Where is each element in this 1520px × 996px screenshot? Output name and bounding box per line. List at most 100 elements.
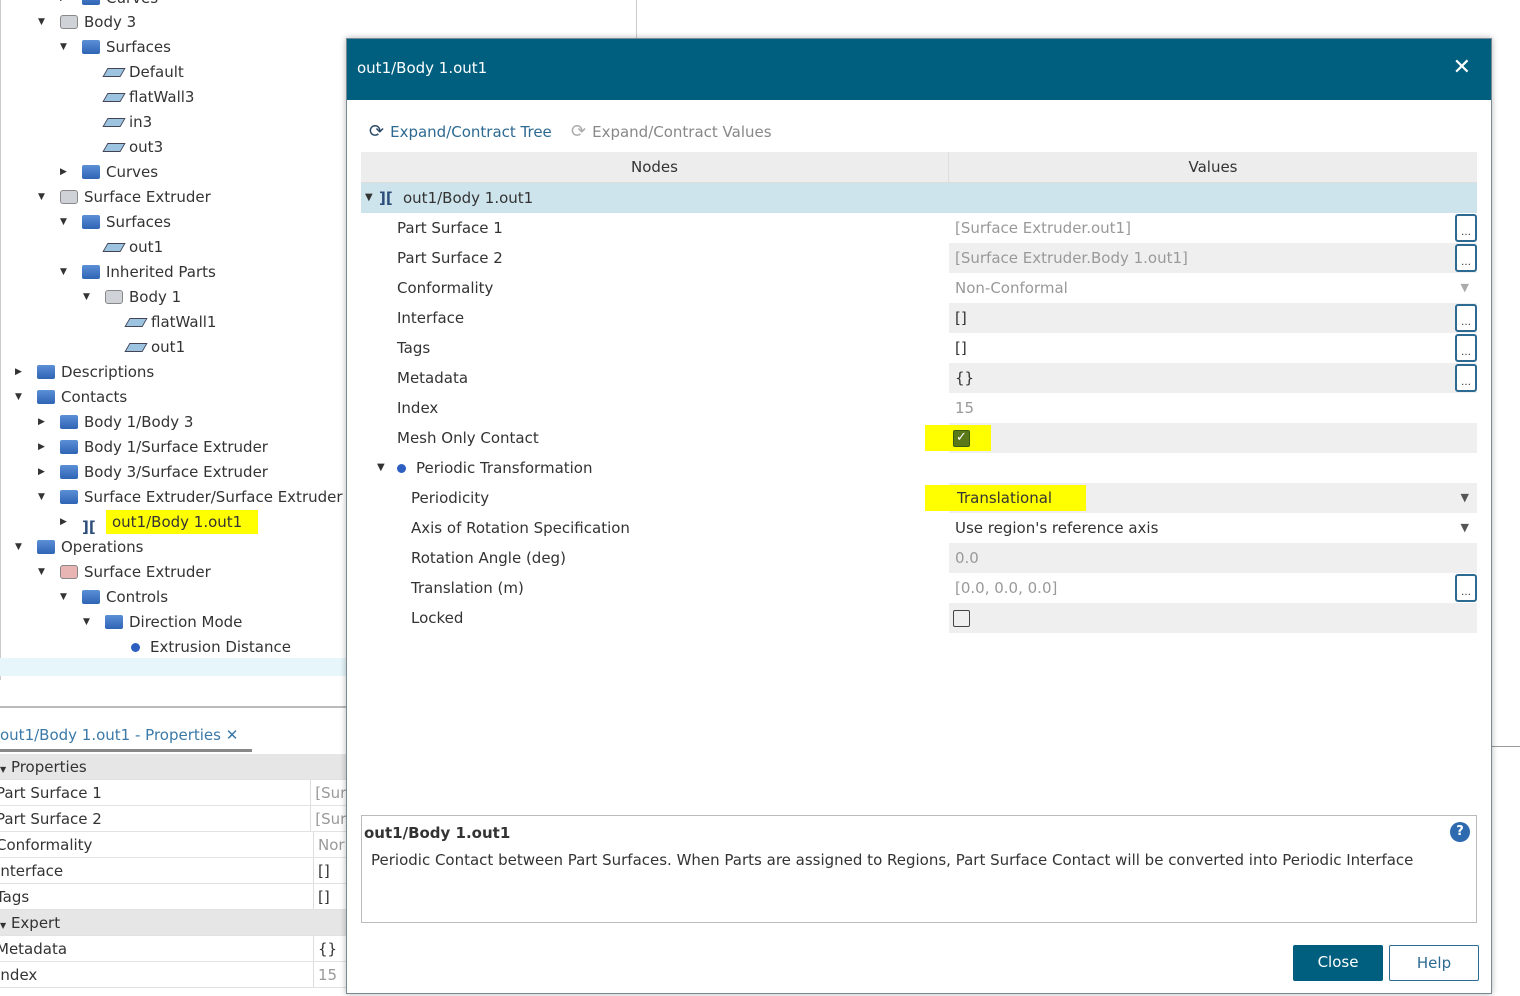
- collapse-arrow-icon[interactable]: ▼: [377, 453, 385, 483]
- tree-item[interactable]: ▼ Operations: [15, 535, 143, 559]
- expand-arrow-icon[interactable]: ▶: [38, 410, 45, 434]
- tree-item[interactable]: out1: [102, 235, 163, 259]
- expand-arrow-icon[interactable]: ▶: [15, 360, 22, 384]
- value-cell[interactable]: Translational ▼: [925, 483, 1477, 513]
- nodes-column-header[interactable]: Nodes: [361, 152, 949, 183]
- property-row[interactable]: Part Surface 2 [Sur: [0, 806, 346, 832]
- collapse-arrow-icon[interactable]: ▼: [83, 285, 90, 309]
- property-value[interactable]: []: [314, 884, 330, 909]
- browse-button[interactable]: …: [1455, 574, 1477, 602]
- value-cell[interactable]: [949, 603, 1477, 633]
- expand-values-button[interactable]: ⟳ Expand/Contract Values: [571, 121, 772, 142]
- values-column-header[interactable]: Values: [949, 152, 1477, 183]
- property-row[interactable]: Tags[]…: [361, 333, 1477, 363]
- browse-button[interactable]: …: [1455, 214, 1477, 242]
- close-tab-icon[interactable]: ✕: [226, 726, 239, 744]
- collapse-arrow-icon[interactable]: ▼: [38, 485, 45, 509]
- tree-item[interactable]: ▶ Body 3/Surface Extruder: [38, 460, 268, 484]
- property-group[interactable]: ▼ Properties: [0, 754, 346, 780]
- tree-item[interactable]: Default: [102, 60, 184, 84]
- property-value[interactable]: [Sur: [311, 780, 346, 805]
- property-row[interactable]: Part Surface 1 [Sur: [0, 780, 346, 806]
- value-cell[interactable]: {}…: [949, 363, 1477, 393]
- tree-item[interactable]: ▶ Descriptions: [15, 360, 154, 384]
- tree-item[interactable]: ▼ Surfaces: [60, 35, 171, 59]
- browse-button[interactable]: …: [1455, 244, 1477, 272]
- property-value[interactable]: 15: [314, 962, 337, 987]
- property-group[interactable]: ▼ Expert: [0, 910, 346, 936]
- value-cell[interactable]: []…: [949, 303, 1477, 333]
- expand-arrow-icon[interactable]: ▼: [365, 183, 373, 213]
- collapse-arrow-icon[interactable]: ▼: [15, 385, 22, 409]
- tree-item[interactable]: ▼ Body 3: [38, 10, 136, 34]
- tree-item[interactable]: ▼ Surface Extruder/Surface Extruder: [38, 485, 343, 509]
- collapse-arrow-icon[interactable]: ▼: [38, 185, 45, 209]
- tree-item[interactable]: ▶ Curves: [60, 160, 158, 184]
- property-row[interactable]: Part Surface 1 [Surface Extruder.out1]…: [361, 213, 1477, 243]
- value-cell[interactable]: [Surface Extruder.out1]…: [949, 213, 1477, 243]
- value-cell[interactable]: Non-Conformal ▼: [949, 273, 1477, 303]
- value-cell[interactable]: ✓: [925, 423, 1477, 453]
- root-node-row[interactable]: ▼ ][ out1/Body 1.out1: [361, 183, 1477, 213]
- collapse-arrow-icon[interactable]: ▼: [60, 260, 67, 284]
- collapse-arrow-icon[interactable]: ▼: [60, 585, 67, 609]
- tree-item[interactable]: ▼ Contacts: [15, 385, 127, 409]
- property-row[interactable]: Index 15: [361, 393, 1477, 423]
- property-row[interactable]: Periodicity Translational ▼: [361, 483, 1477, 513]
- expand-arrow-icon[interactable]: ▶: [60, 0, 67, 10]
- property-value[interactable]: [Sur: [311, 806, 346, 831]
- close-button[interactable]: Close: [1293, 945, 1383, 981]
- property-row[interactable]: Translation (m) [0.0, 0.0, 0.0]…: [361, 573, 1477, 603]
- property-row[interactable]: Locked: [361, 603, 1477, 633]
- browse-button[interactable]: …: [1455, 304, 1477, 332]
- property-row[interactable]: Rotation Angle (deg) 0.0: [361, 543, 1477, 573]
- tree-item[interactable]: out1: [124, 335, 185, 359]
- value-cell[interactable]: 15: [949, 393, 1477, 423]
- property-row[interactable]: Tags[]: [0, 884, 346, 910]
- value-cell[interactable]: [0.0, 0.0, 0.0]…: [949, 573, 1477, 603]
- property-row[interactable]: Conformality Non-Conformal ▼: [361, 273, 1477, 303]
- value-cell[interactable]: [Surface Extruder.Body 1.out1]…: [949, 243, 1477, 273]
- tree-item[interactable]: ▶][out1/Body 1.out1: [60, 510, 259, 536]
- expand-arrow-icon[interactable]: ▶: [60, 160, 67, 184]
- tree-item[interactable]: ▶ Body 1/Body 3: [38, 410, 193, 434]
- collapse-arrow-icon[interactable]: ▼: [60, 35, 67, 59]
- tree-item[interactable]: flatWall1: [124, 310, 216, 334]
- expand-tree-button[interactable]: ⟳ Expand/Contract Tree: [369, 121, 552, 142]
- tree-item[interactable]: Extrusion Distance: [127, 635, 291, 659]
- tree-item[interactable]: ▼ Surface Extruder: [38, 560, 211, 584]
- expand-arrow-icon[interactable]: ▶: [60, 510, 67, 534]
- value-cell[interactable]: []…: [949, 333, 1477, 363]
- property-row[interactable]: Axis of Rotation Specification Use region…: [361, 513, 1477, 543]
- tree-item[interactable]: ▼ Direction Mode: [83, 610, 242, 634]
- property-row[interactable]: Interface[]…: [361, 303, 1477, 333]
- properties-tab[interactable]: out1/Body 1.out1 - Properties ✕: [0, 726, 253, 752]
- collapse-arrow-icon[interactable]: ▼: [38, 560, 45, 584]
- value-cell[interactable]: 0.0: [949, 543, 1477, 573]
- property-row[interactable]: Mesh Only Contact ✓: [361, 423, 1477, 453]
- property-value[interactable]: []: [314, 858, 330, 883]
- tree-item[interactable]: out3: [102, 135, 163, 159]
- expand-arrow-icon[interactable]: ▶: [38, 435, 45, 459]
- close-icon[interactable]: ✕: [1453, 55, 1471, 80]
- browse-button[interactable]: …: [1455, 334, 1477, 362]
- property-row[interactable]: Index 15: [0, 962, 346, 988]
- collapse-arrow-icon[interactable]: ▼: [60, 210, 67, 234]
- tree-item[interactable]: ▼ Surface Extruder: [38, 185, 211, 209]
- collapse-arrow-icon[interactable]: ▼: [0, 921, 6, 930]
- tree-item[interactable]: ▼ Surfaces: [60, 210, 171, 234]
- browse-button[interactable]: …: [1455, 364, 1477, 392]
- expand-arrow-icon[interactable]: ▶: [38, 460, 45, 484]
- property-row[interactable]: Interface[]: [0, 858, 346, 884]
- collapse-arrow-icon[interactable]: ▼: [83, 610, 90, 634]
- dropdown-arrow-icon[interactable]: ▼: [1461, 483, 1469, 513]
- tree-item[interactable]: flatWall3: [102, 85, 194, 109]
- collapse-arrow-icon[interactable]: ▼: [0, 765, 6, 774]
- collapse-arrow-icon[interactable]: ▼: [38, 10, 45, 34]
- property-row[interactable]: ▼ Periodic Transformation: [361, 453, 1477, 483]
- checkbox-checked[interactable]: ✓: [953, 430, 970, 447]
- property-row[interactable]: Metadata{}: [0, 936, 346, 962]
- property-row[interactable]: Conformality Nor: [0, 832, 346, 858]
- help-icon[interactable]: ?: [1450, 822, 1470, 842]
- tree-item[interactable]: ▶ Body 1/Surface Extruder: [38, 435, 268, 459]
